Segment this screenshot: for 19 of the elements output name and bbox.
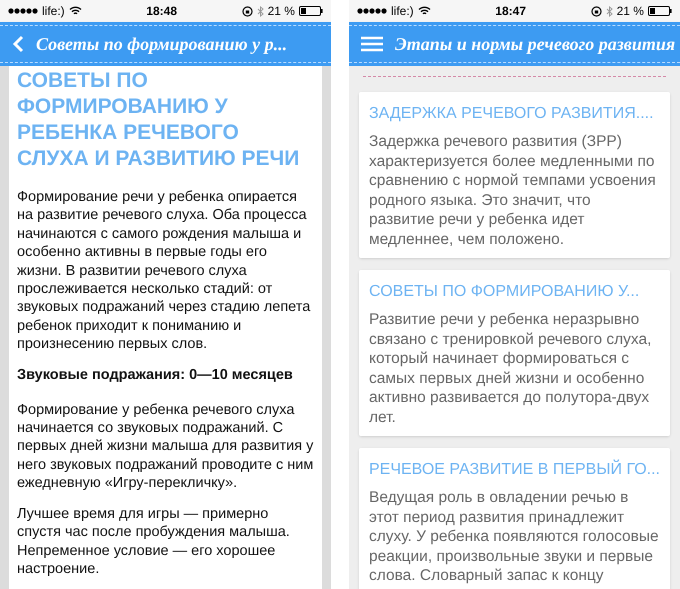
clock-time: 18:47 (495, 3, 526, 20)
paragraph: Формирование у ребенка речевого слуха начинается со звуковых подражаний. С первых дней жизни малыша для развития у него звуковых подражаний проводите с ним ежедневную «Игру-перекличку». (17, 400, 314, 493)
carrier-name: life:) (391, 3, 414, 20)
card-title: СОВЕТЫ ПО ФОРМИРОВАНИЮ У... (369, 282, 640, 302)
section-heading: Звуковые подражания: 0—10 месяцев (17, 366, 294, 385)
card-title: РЕЧЕВОЕ РАЗВИТИЕ В ПЕРВЫЙ ГО... (369, 458, 660, 480)
card-excerpt: Ведущая роль в овладении речью в этот период развития принадлежит слуху. У ребенка появляются голосовые реакции, произвольные звуки и первые слова. Словарный запас к концу (369, 488, 660, 586)
screen-title: Советы по формированию у р... (36, 32, 288, 56)
card-excerpt: Задержка речевого развития (ЗРР) характеризуется более медленными по сравнению с нормой темпами усвоения родного языка. Это значит, что развитие речи у ребенка идет медленнее, чем положено. (369, 132, 657, 249)
battery-percent: 21 % (616, 3, 644, 20)
clock-time: 18:48 (146, 3, 177, 20)
card-excerpt: Развитие речи у ребенка неразрывно связано с тренировкой речевого слуха, который начинает формироваться с самых первых дней жизни и особенно активно развивается до полутора-двух лет. (369, 310, 652, 427)
article-title: СОВЕТЫ ПО ФОРМИРОВАНИЮ У РЕБЕНКА РЕЧЕВОГО СЛУХА И РАЗВИТИЮ РЕЧИ (17, 68, 300, 172)
card-title: ЗАДЕРЖКА РЕЧЕВОГО РАЗВИТИЯ.... (369, 104, 655, 124)
battery-percent: 21 % (268, 3, 295, 20)
paragraph: Формирование речи у ребенка опирается на развитие речевого слуха. Оба процесса начинаются с самого рождения малыша и особенно активны в первые годы его жизни. В развитии речевого слуха прослеживается несколько стадий: от звуковых подражаний через стадию лепета ребенок приходит к пониманию и произнесению первых слов. (17, 188, 312, 354)
carrier-name: life:) (42, 3, 65, 20)
screen-title: Этапы и нормы речевого развития (395, 32, 676, 56)
paragraph: Лучшее время для игры — примерно спустя час после пробуждения малыша. Непременное условие — его хорошее настроение. (17, 504, 291, 578)
